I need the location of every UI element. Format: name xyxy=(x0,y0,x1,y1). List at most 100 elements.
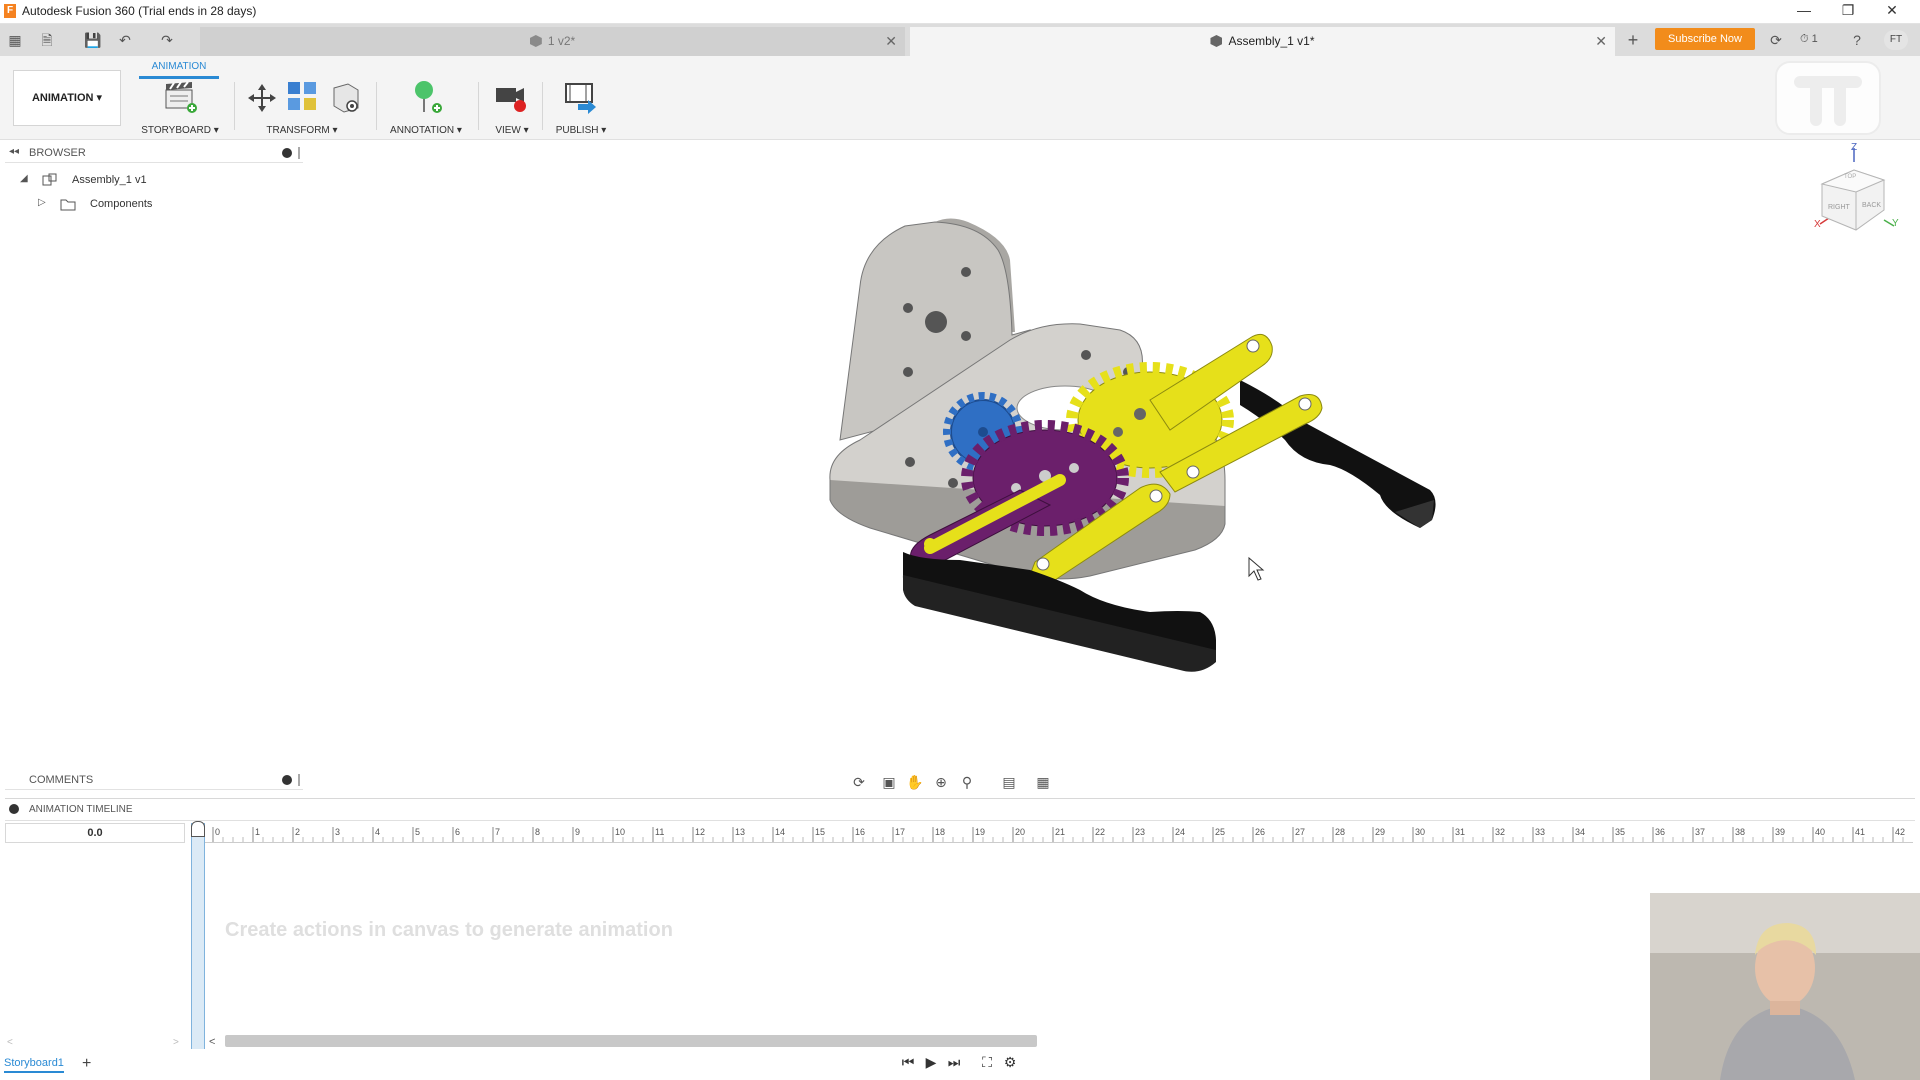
mouse-cursor-icon xyxy=(1248,556,1265,581)
bracket-hole xyxy=(961,267,971,277)
data-panel-grid-icon[interactable]: ▦ xyxy=(4,30,26,50)
storyboard-menu[interactable]: STORYBOARD ▾ xyxy=(134,125,226,136)
pin-hole xyxy=(1036,557,1050,571)
callout-pin-icon xyxy=(415,81,442,113)
pin-hole xyxy=(1246,339,1260,353)
user-avatar[interactable]: FT xyxy=(1884,30,1908,50)
fit-window-icon[interactable]: ⚲ xyxy=(956,772,978,792)
pan-hand-icon[interactable]: ✋ xyxy=(904,772,926,792)
save-icon[interactable]: 💾 xyxy=(82,30,104,50)
undo-icon[interactable]: ↶ xyxy=(114,30,136,50)
axis-z-label: Z xyxy=(1851,142,1858,153)
ruler-tick-label: 28 xyxy=(1335,827,1345,837)
bracket-hole xyxy=(961,331,971,341)
playback-settings-gear-icon[interactable]: ⚙ xyxy=(1000,1052,1020,1072)
timeline-horizontal-scrollbar[interactable] xyxy=(225,1035,1037,1047)
ruler-tick-label: 30 xyxy=(1415,827,1425,837)
zoom-icon[interactable]: ⊕ xyxy=(930,772,952,792)
storyboard-label: STORYBOARD xyxy=(141,125,211,136)
orbit-icon[interactable]: ⟳ xyxy=(848,772,870,792)
canvas-viewport[interactable] xyxy=(0,140,1920,760)
help-icon[interactable]: ? xyxy=(1846,30,1868,50)
panel-resize-handle[interactable] xyxy=(298,774,300,786)
annotation-group[interactable]: ANNOTATION ▾ xyxy=(384,78,468,136)
job-status-icon[interactable]: ⟳ xyxy=(1765,30,1787,50)
grid-settings-icon[interactable]: ▦ xyxy=(1032,772,1054,792)
ruler-tick-label: 21 xyxy=(1055,827,1065,837)
ruler-tick-label: 3 xyxy=(335,827,340,837)
assembly-document-icon xyxy=(1210,35,1223,47)
look-at-icon[interactable]: ▣ xyxy=(878,772,900,792)
scroll-left-icon[interactable]: < xyxy=(7,1037,13,1048)
workspace-switcher-button[interactable]: ANIMATION ▾ xyxy=(13,70,121,126)
publish-video-icon xyxy=(565,83,596,114)
timeline-scroll-left-icon[interactable]: < xyxy=(209,1036,215,1048)
collapse-timeline-icon[interactable] xyxy=(9,804,19,814)
ruler-tick-label: 16 xyxy=(855,827,865,837)
ruler-tick-label: 34 xyxy=(1575,827,1585,837)
add-storyboard-icon[interactable]: + xyxy=(82,1055,91,1073)
notifications-icon[interactable]: ⏱ 1 xyxy=(1800,33,1818,46)
ruler-tick-label: 38 xyxy=(1735,827,1745,837)
ruler-tick-label: 15 xyxy=(815,827,825,837)
scroll-right-icon[interactable]: > xyxy=(173,1037,179,1048)
comments-title: COMMENTS xyxy=(29,774,94,786)
tab-close-icon[interactable]: ✕ xyxy=(1595,27,1607,55)
view-cube[interactable]: Z X Y TOP RIGHT BACK xyxy=(1800,140,1900,250)
view-menu[interactable]: VIEW ▾ xyxy=(484,125,540,136)
go-to-start-icon[interactable]: ⏮ xyxy=(898,1052,918,1072)
redo-icon[interactable]: ↷ xyxy=(156,30,178,50)
transform-menu[interactable]: TRANSFORM ▾ xyxy=(242,125,362,136)
tab-animation[interactable]: ANIMATION xyxy=(139,59,219,79)
add-comment-icon[interactable] xyxy=(282,775,292,785)
pin-hole xyxy=(1298,397,1312,411)
new-tab-plus-icon[interactable]: + xyxy=(1622,30,1644,50)
storyboard-group[interactable]: STORYBOARD ▾ xyxy=(134,78,226,136)
tab-storyboard[interactable]: Storyboard1 xyxy=(4,1057,64,1073)
ruler-tick-label: 27 xyxy=(1295,827,1305,837)
separator xyxy=(478,82,479,130)
ruler-tick-label: 35 xyxy=(1615,827,1625,837)
transform-group[interactable]: TRANSFORM ▾ xyxy=(242,78,362,136)
go-to-end-icon[interactable]: ⏭ xyxy=(944,1052,964,1072)
document-tab[interactable]: 1 v2* ✕ xyxy=(200,27,905,56)
view-group[interactable]: VIEW ▾ xyxy=(484,78,540,136)
axis-x-label: X xyxy=(1814,219,1821,230)
cube-face-back[interactable]: BACK xyxy=(1862,202,1881,209)
new-storyboard-icon xyxy=(165,81,197,113)
cube-face-right[interactable]: RIGHT xyxy=(1828,204,1850,211)
base-hole xyxy=(1081,350,1091,360)
ruler-tick-label: 9 xyxy=(575,827,580,837)
tab-close-icon[interactable]: ✕ xyxy=(885,27,897,55)
ruler-tick-label: 24 xyxy=(1175,827,1185,837)
playhead-scrubber[interactable] xyxy=(191,823,205,1049)
ruler-tick-label: 12 xyxy=(695,827,705,837)
separator xyxy=(234,82,235,130)
playhead-handle[interactable] xyxy=(191,821,205,837)
cube-face-top[interactable]: TOP xyxy=(1844,174,1856,180)
annotation-menu[interactable]: ANNOTATION ▾ xyxy=(384,125,468,136)
publish-menu[interactable]: PUBLISH ▾ xyxy=(548,125,614,136)
ruler-tick-label: 10 xyxy=(615,827,625,837)
restore-icon[interactable]: ❐ xyxy=(1826,0,1870,22)
window-title: Autodesk Fusion 360 (Trial ends in 28 da… xyxy=(22,4,257,18)
view-label: VIEW xyxy=(495,125,521,136)
minimize-icon[interactable]: — xyxy=(1782,0,1826,22)
fullscreen-playback-icon[interactable]: ⛶ xyxy=(977,1052,997,1072)
play-icon[interactable]: ▶ xyxy=(921,1052,941,1072)
document-tab-bar: ▦ 🗎 💾 ↶ ↷ 1 v2* ✕ Assembly_1 v1* ✕ + xyxy=(0,24,1920,56)
document-tab-active[interactable]: Assembly_1 v1* ✕ xyxy=(910,27,1615,56)
close-window-icon[interactable]: ✕ xyxy=(1870,0,1914,22)
timeline-ruler[interactable]: 0 1 2 3 4 5 6 7 8 9 10 11 12 13 14 15 16 17 18 19 20 21 22 23 24… xyxy=(205,823,1913,843)
webcam-overlay xyxy=(1650,893,1920,1080)
publish-group[interactable]: PUBLISH ▾ xyxy=(548,78,614,136)
timeline-empty-hint: Create actions in canvas to generate ani… xyxy=(225,919,673,941)
publish-label: PUBLISH xyxy=(555,125,599,136)
ruler-tick-label: 19 xyxy=(975,827,985,837)
current-time-field[interactable]: 0.0 xyxy=(5,823,185,843)
ruler-tick-label: 22 xyxy=(1095,827,1105,837)
workspace-label: ANIMATION xyxy=(31,92,94,104)
subscribe-now-button[interactable]: Subscribe Now xyxy=(1655,28,1755,50)
file-menu-icon[interactable]: 🗎 xyxy=(36,30,58,50)
display-settings-icon[interactable]: ▤ xyxy=(998,772,1020,792)
